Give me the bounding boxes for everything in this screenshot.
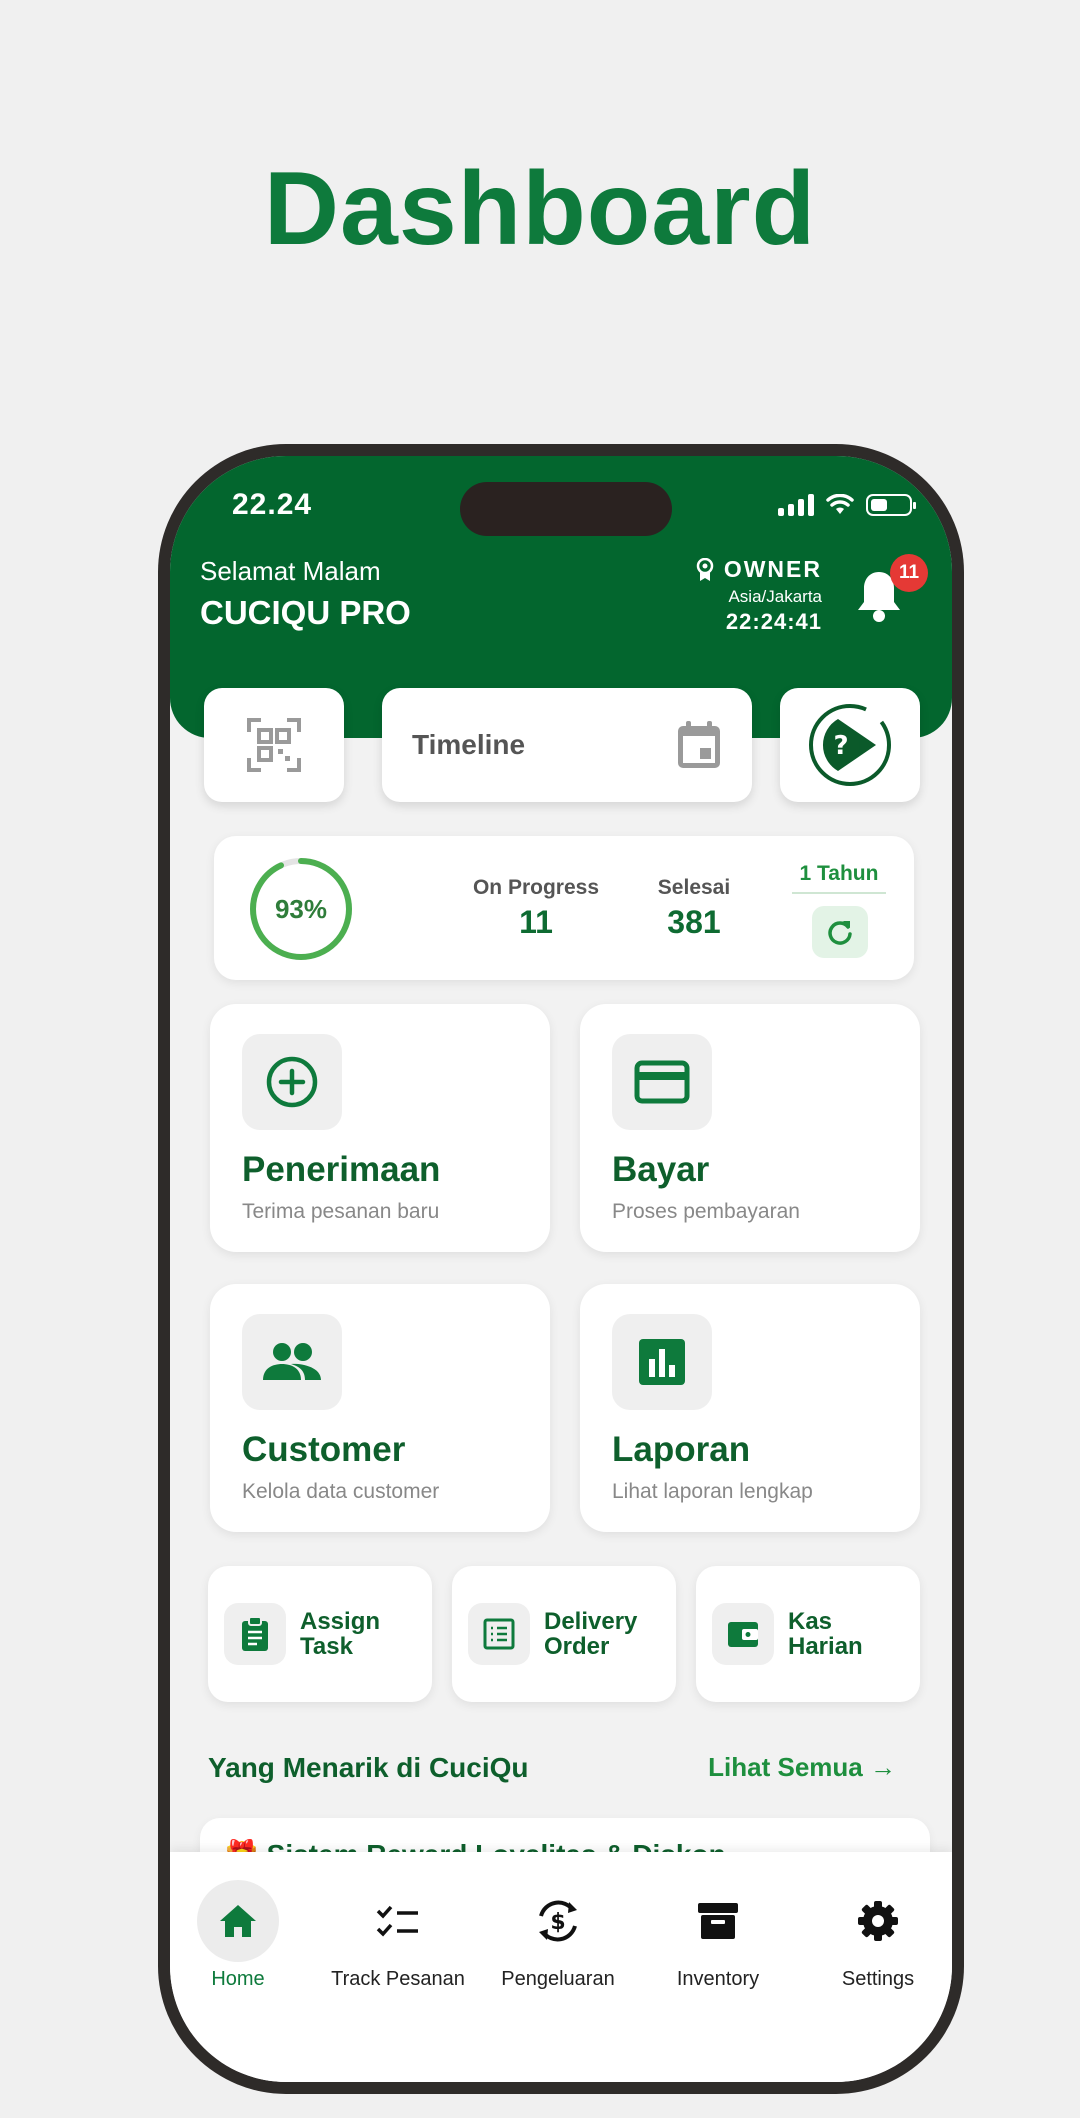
order-stats-card: 93% On Progress 11 Selesai 381 1 Tahun <box>214 836 914 980</box>
refresh-button[interactable] <box>812 906 868 958</box>
timeline-label: Timeline <box>412 729 526 760</box>
progress-percent: 93% <box>274 893 328 924</box>
mini-label-line1: Assign <box>300 1608 381 1635</box>
dynamic-island <box>460 482 672 536</box>
card-title: Laporan <box>612 1430 751 1469</box>
nav-label: Home <box>211 1968 265 1990</box>
award-icon <box>696 557 714 581</box>
home-icon <box>197 1880 279 1962</box>
timeline-button[interactable]: Timeline <box>382 688 752 802</box>
card-penerimaan[interactable]: Penerimaan Terima pesanan baru <box>210 1004 550 1252</box>
role-label: OWNER <box>696 556 822 583</box>
mini-label: Kas Harian <box>788 1609 863 1659</box>
card-subtitle: Lihat laporan lengkap <box>612 1480 813 1503</box>
nav-label: Inventory <box>676 1968 760 1990</box>
nav-home[interactable]: Home <box>170 1880 318 1991</box>
card-subtitle: Proses pembayaran <box>612 1200 800 1223</box>
phone-frame: 22.24 Selamat Malam CUCIQU PRO OWNER Asi… <box>158 444 964 2094</box>
credit-card-icon <box>612 1034 712 1130</box>
status-icons <box>778 494 916 516</box>
nav-label: Track Pesanan <box>331 1968 465 1990</box>
nav-pengeluaran[interactable]: $ Pengeluaran <box>478 1880 638 1991</box>
list-icon <box>468 1603 530 1665</box>
card-title: Penerimaan <box>242 1150 441 1189</box>
card-title: Bayar <box>612 1150 710 1189</box>
refresh-icon <box>828 921 852 945</box>
nav-label: Settings <box>841 1968 915 1990</box>
page-title: Dashboard <box>263 151 817 267</box>
section-title: Yang Menarik di CuciQu <box>208 1752 529 1783</box>
done-value: 381 <box>667 904 721 940</box>
help-play-icon: ? <box>809 704 891 786</box>
money-cycle-icon: $ <box>517 1880 599 1962</box>
on-progress-label: On Progress <box>472 876 600 899</box>
period-selector[interactable]: 1 Tahun <box>792 862 886 894</box>
on-progress-stat: On Progress 11 <box>446 876 626 941</box>
delivery-order-button[interactable]: Delivery Order <box>452 1566 676 1702</box>
mini-label-line2: Task <box>300 1633 353 1660</box>
bar-chart-icon <box>612 1314 712 1410</box>
greeting-text: Selamat Malam <box>200 556 381 586</box>
nav-label: Pengeluaran <box>501 1968 615 1990</box>
people-icon <box>242 1314 342 1410</box>
clock-text: 22:24:41 <box>725 609 822 634</box>
card-customer[interactable]: Customer Kelola data customer <box>210 1284 550 1532</box>
done-stat: Selesai 381 <box>634 876 754 941</box>
nav-settings[interactable]: Settings <box>798 1880 952 1991</box>
kas-harian-button[interactable]: Kas Harian <box>696 1566 920 1702</box>
role-box: OWNER Asia/Jakarta 22:24:41 <box>696 556 822 635</box>
shop-name: CUCIQU PRO <box>200 594 411 631</box>
calendar-icon <box>678 721 720 768</box>
scan-qr-button[interactable] <box>204 688 344 802</box>
mini-label-line1: Delivery <box>544 1608 638 1635</box>
svg-text:$: $ <box>550 1910 565 1935</box>
status-time: 22.24 <box>232 488 313 521</box>
see-all-link[interactable]: Lihat Semua → <box>708 1752 896 1783</box>
notification-badge: 11 <box>890 554 928 592</box>
card-bayar[interactable]: Bayar Proses pembayaran <box>580 1004 920 1252</box>
wifi-icon <box>826 494 854 514</box>
gear-icon <box>837 1880 919 1962</box>
nav-track-pesanan[interactable]: Track Pesanan <box>318 1880 478 1991</box>
bottom-nav: Home Track Pesanan $ Pengeluaran Invento… <box>170 1852 952 2082</box>
wallet-icon <box>712 1603 774 1665</box>
done-label: Selesai <box>657 876 731 899</box>
svg-text:?: ? <box>833 731 848 761</box>
notification-button[interactable]: 11 <box>854 554 928 624</box>
card-subtitle: Kelola data customer <box>242 1480 440 1503</box>
help-video-button[interactable]: ? <box>780 688 920 802</box>
mini-label-line2: Order <box>544 1633 610 1660</box>
card-laporan[interactable]: Laporan Lihat laporan lengkap <box>580 1284 920 1532</box>
qr-scan-icon <box>247 718 301 772</box>
clipboard-icon <box>224 1603 286 1665</box>
nav-inventory[interactable]: Inventory <box>638 1880 798 1991</box>
card-title: Customer <box>242 1430 406 1469</box>
timezone-text: Asia/Jakarta <box>728 587 822 606</box>
mini-label: Delivery Order <box>544 1609 637 1659</box>
phone-screen: 22.24 Selamat Malam CUCIQU PRO OWNER Asi… <box>170 456 952 2082</box>
mini-label-line1: Kas <box>788 1608 833 1635</box>
card-subtitle: Terima pesanan baru <box>242 1200 440 1223</box>
battery-icon <box>866 494 916 516</box>
signal-icon <box>778 494 814 516</box>
mini-label: Assign Task <box>300 1609 380 1659</box>
assign-task-button[interactable]: Assign Task <box>208 1566 432 1702</box>
mini-label-line2: Harian <box>788 1633 863 1660</box>
archive-icon <box>677 1880 759 1962</box>
on-progress-value: 11 <box>519 904 553 940</box>
checklist-icon <box>357 1880 439 1962</box>
plus-circle-icon <box>242 1034 342 1130</box>
role-text: OWNER <box>723 556 822 582</box>
